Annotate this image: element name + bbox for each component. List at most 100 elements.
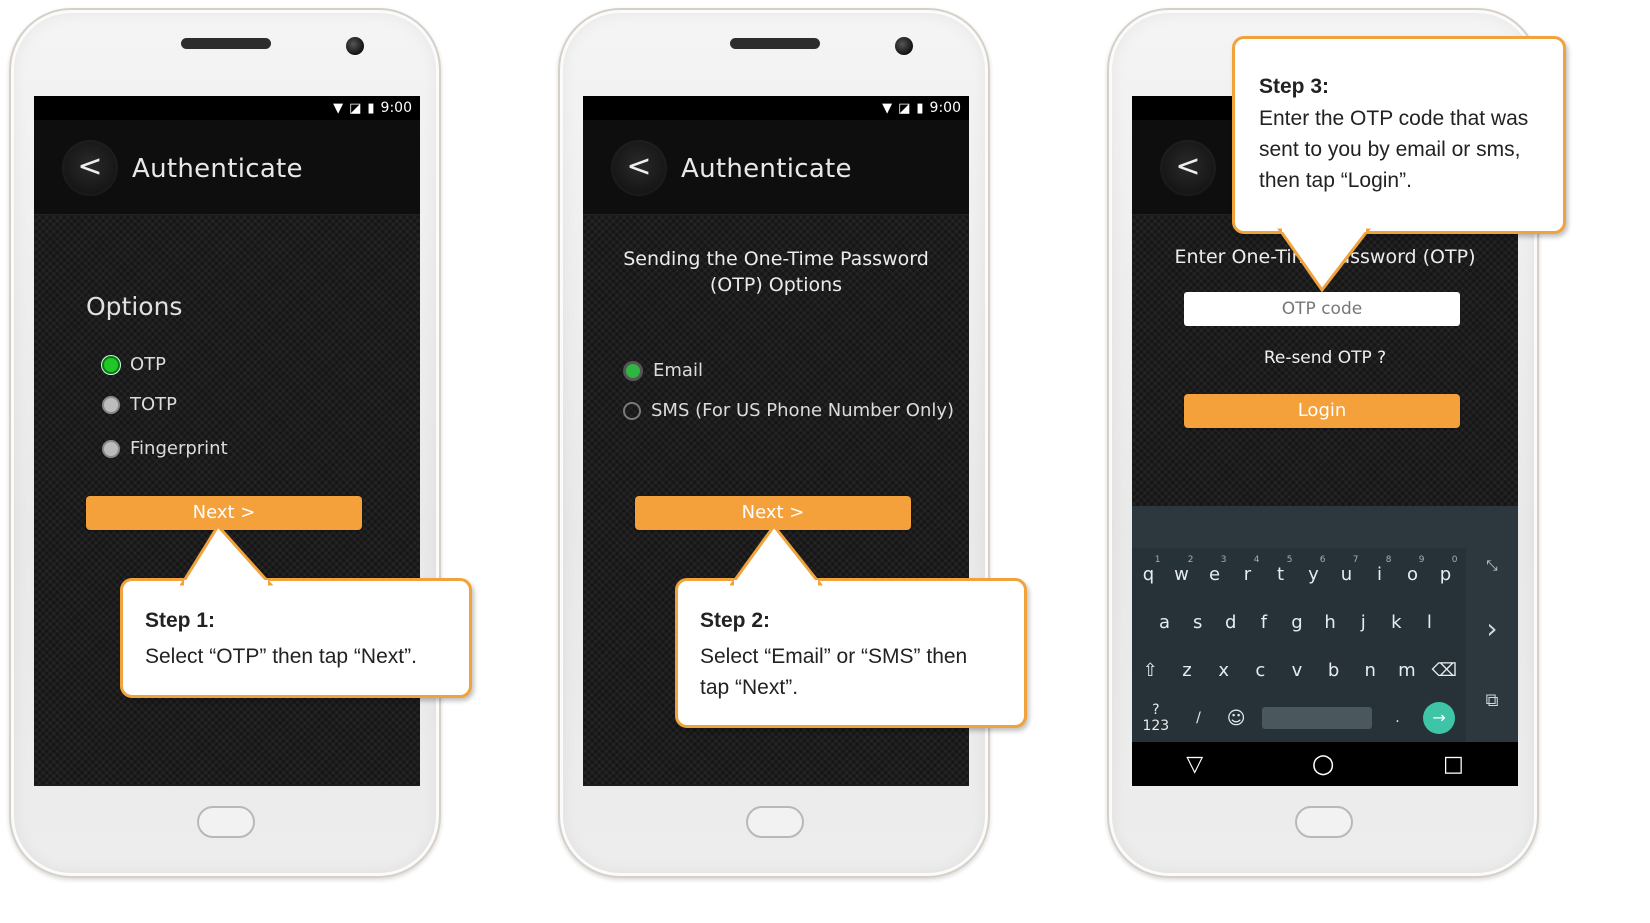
home-button[interactable] [1295, 806, 1353, 838]
phone-1: ▼ ◪ ▮ 9:00 < Authenticate Options OTP TO… [9, 8, 441, 878]
radio-option-otp[interactable]: OTP [102, 354, 166, 375]
callout-step-label: Step 2: [700, 609, 771, 632]
callout-step-1: Step 1: Select “OTP” then tap “Next”. [120, 578, 472, 698]
speaker-grille [181, 38, 271, 49]
key-r[interactable]: r4 [1236, 555, 1260, 585]
keyboard-side-panel: ⤡ › ⧉ [1466, 548, 1518, 742]
key-l[interactable]: l [1417, 612, 1441, 633]
otp-code-input[interactable]: OTP code [1184, 292, 1460, 326]
app-bar: < Authenticate [583, 120, 969, 215]
key-z[interactable]: z [1175, 660, 1199, 681]
callout-step-2: Step 2: Select “Email” or “SMS” then tap… [675, 578, 1027, 728]
key-k[interactable]: k [1384, 612, 1408, 633]
callout-step-label: Step 1: [145, 609, 216, 632]
sending-heading: Sending the One-Time Password (OTP) Opti… [583, 246, 969, 298]
key-o[interactable]: o9 [1401, 555, 1425, 585]
key-a[interactable]: a [1153, 612, 1177, 633]
soft-keyboard: q1 w2 e3 r4 t5 y6 u7 i8 o9 p0 a s d f g … [1132, 506, 1518, 742]
status-bar: ▼ ◪ ▮ 9:00 [34, 96, 420, 120]
no-sim-icon: ◪ [898, 100, 911, 116]
page-title: Authenticate [681, 154, 852, 184]
key-m[interactable]: m [1395, 660, 1419, 681]
emoji-icon[interactable]: ☺ [1224, 708, 1248, 729]
key-e[interactable]: e3 [1203, 555, 1227, 585]
shift-icon[interactable]: ⇧ [1138, 660, 1162, 681]
key-y[interactable]: y6 [1302, 555, 1325, 585]
key-v[interactable]: v [1285, 660, 1309, 681]
keyboard-row-3: ⇧ z x c v b n m ⌫ [1132, 660, 1462, 681]
back-button[interactable]: < [611, 140, 667, 196]
android-nav-bar: ▽ ○ □ [1132, 742, 1518, 786]
collapse-keyboard-icon[interactable]: ⤡ [1466, 558, 1518, 574]
key-u[interactable]: u7 [1335, 555, 1359, 585]
radio-label: OTP [130, 354, 167, 375]
key-f[interactable]: f [1252, 612, 1276, 633]
key-h[interactable]: h [1318, 612, 1342, 633]
nav-recent-icon[interactable]: □ [1443, 752, 1464, 777]
radio-label: Email [653, 360, 703, 381]
radio-option-email[interactable]: Email [623, 360, 703, 381]
radio-label: Fingerprint [130, 438, 228, 459]
space-key[interactable] [1261, 707, 1372, 729]
status-time: 9:00 [929, 100, 961, 116]
enter-arrow-icon[interactable]: → [1423, 702, 1456, 734]
key-s[interactable]: s [1186, 612, 1210, 633]
callout-step-text: Select “OTP” then tap “Next”. [145, 645, 417, 668]
symbols-key[interactable]: ?123 [1139, 702, 1173, 734]
radio-label: TOTP [130, 394, 178, 415]
wifi-icon: ▼ [882, 100, 893, 116]
app-bar: < Authenticate [34, 120, 420, 215]
radio-option-fingerprint[interactable]: Fingerprint [102, 438, 228, 459]
phone-2: ▼ ◪ ▮ 9:00 < Authenticate Sending the On… [558, 8, 990, 878]
key-p[interactable]: p0 [1434, 555, 1458, 585]
key-j[interactable]: j [1351, 612, 1375, 633]
wifi-icon: ▼ [333, 100, 344, 116]
keyboard-row-4: ?123 / ☺ . → [1132, 702, 1462, 734]
key-g[interactable]: g [1285, 612, 1309, 633]
radio-selected-icon[interactable] [623, 360, 643, 381]
radio-selected-icon[interactable] [102, 355, 120, 374]
back-button[interactable]: < [62, 140, 118, 196]
callout-3-pointer [1277, 228, 1372, 293]
nav-back-icon[interactable]: ▽ [1186, 752, 1203, 777]
radio-unselected-icon[interactable] [623, 401, 641, 420]
key-w[interactable]: w2 [1170, 555, 1193, 585]
nav-home-icon[interactable]: ○ [1312, 749, 1335, 779]
sending-heading-line-1: Sending the One-Time Password [623, 248, 929, 270]
radio-option-sms[interactable]: SMS (For US Phone Number Only) [623, 400, 954, 421]
radio-label: SMS (For US Phone Number Only) [651, 400, 955, 421]
back-button[interactable]: < [1160, 140, 1216, 196]
key-t[interactable]: t5 [1269, 555, 1293, 585]
keyboard-suggestion-strip [1132, 506, 1518, 548]
status-time: 9:00 [380, 100, 412, 116]
radio-unselected-icon[interactable] [102, 395, 120, 414]
resend-otp-link[interactable]: Re-send OTP ? [1132, 348, 1518, 368]
key-b[interactable]: b [1322, 660, 1346, 681]
key-d[interactable]: d [1219, 612, 1243, 633]
popout-keyboard-icon[interactable]: ⧉ [1466, 690, 1518, 711]
radio-option-totp[interactable]: TOTP [102, 394, 177, 415]
front-camera [895, 37, 913, 55]
key-slash[interactable]: / [1186, 710, 1210, 726]
home-button[interactable] [746, 806, 804, 838]
key-x[interactable]: x [1212, 660, 1236, 681]
callout-2-pointer [730, 523, 824, 586]
backspace-icon[interactable]: ⌫ [1432, 660, 1457, 681]
callout-step-text: Select “Email” or “SMS” then tap “Next”. [700, 645, 968, 699]
key-q[interactable]: q1 [1137, 555, 1161, 585]
speaker-grille [730, 38, 820, 49]
battery-icon: ▮ [367, 100, 375, 116]
callout-step-text: Enter the OTP code that was sent to you … [1259, 107, 1529, 192]
options-heading: Options [86, 292, 183, 321]
callout-step-3: Step 3: Enter the OTP code that was sent… [1232, 36, 1566, 234]
chevron-right-icon[interactable]: › [1466, 612, 1518, 645]
key-n[interactable]: n [1358, 660, 1382, 681]
home-button[interactable] [197, 806, 255, 838]
front-camera [346, 37, 364, 55]
key-i[interactable]: i8 [1368, 555, 1392, 585]
battery-icon: ▮ [916, 100, 924, 116]
key-c[interactable]: c [1248, 660, 1272, 681]
login-button[interactable]: Login [1184, 394, 1460, 428]
key-period[interactable]: . [1385, 710, 1409, 726]
radio-unselected-icon[interactable] [102, 439, 120, 458]
